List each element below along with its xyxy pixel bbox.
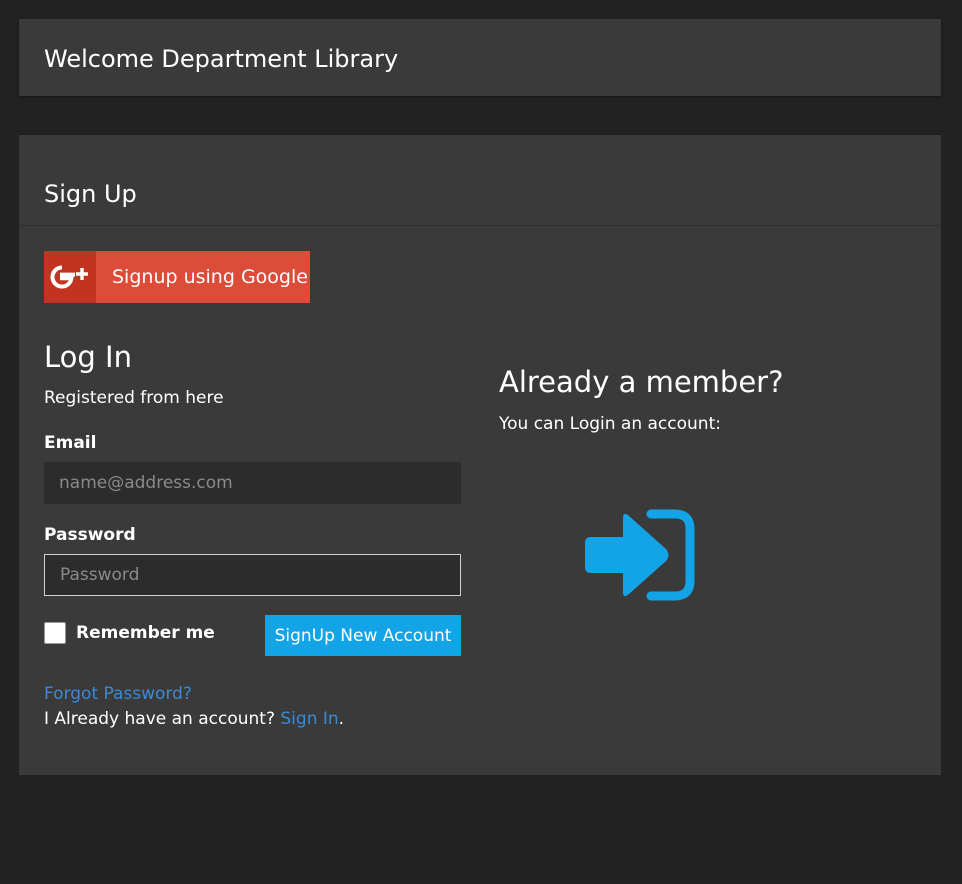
- already-account-label: I Already have an account?: [44, 709, 275, 729]
- signup-new-account-button[interactable]: SignUp New Account: [265, 615, 461, 656]
- signup-panel: Sign Up Signup using Google Log In Regis…: [19, 135, 941, 775]
- remember-me-checkbox[interactable]: [44, 622, 66, 644]
- page-title: Welcome Department Library: [44, 45, 399, 73]
- login-subtitle: Registered from here: [44, 388, 224, 408]
- header-panel: Welcome Department Library: [19, 19, 941, 96]
- google-plus-icon: [44, 251, 96, 303]
- forgot-password-link[interactable]: Forgot Password?: [44, 683, 192, 705]
- already-account-text: I Already have an account? Sign In.: [44, 708, 344, 730]
- panel-title: Sign Up: [44, 180, 137, 208]
- login-title: Log In: [44, 340, 132, 374]
- password-field[interactable]: [44, 554, 461, 596]
- sign-in-suffix: .: [338, 709, 345, 729]
- member-subtitle: You can Login an account:: [499, 414, 721, 434]
- sign-in-icon[interactable]: [585, 509, 695, 601]
- google-signup-label: Signup using Google: [112, 266, 308, 288]
- member-title: Already a member?: [499, 365, 784, 399]
- google-plus-glyph: [50, 265, 88, 289]
- sign-in-link[interactable]: Sign In: [280, 709, 338, 729]
- email-label: Email: [44, 433, 97, 453]
- panel-heading: Sign Up: [19, 135, 941, 226]
- remember-me-label[interactable]: Remember me: [76, 623, 215, 643]
- email-field[interactable]: [44, 462, 461, 504]
- remember-me-row: Remember me: [44, 622, 215, 644]
- password-label: Password: [44, 525, 136, 545]
- google-signup-button[interactable]: Signup using Google: [44, 251, 310, 303]
